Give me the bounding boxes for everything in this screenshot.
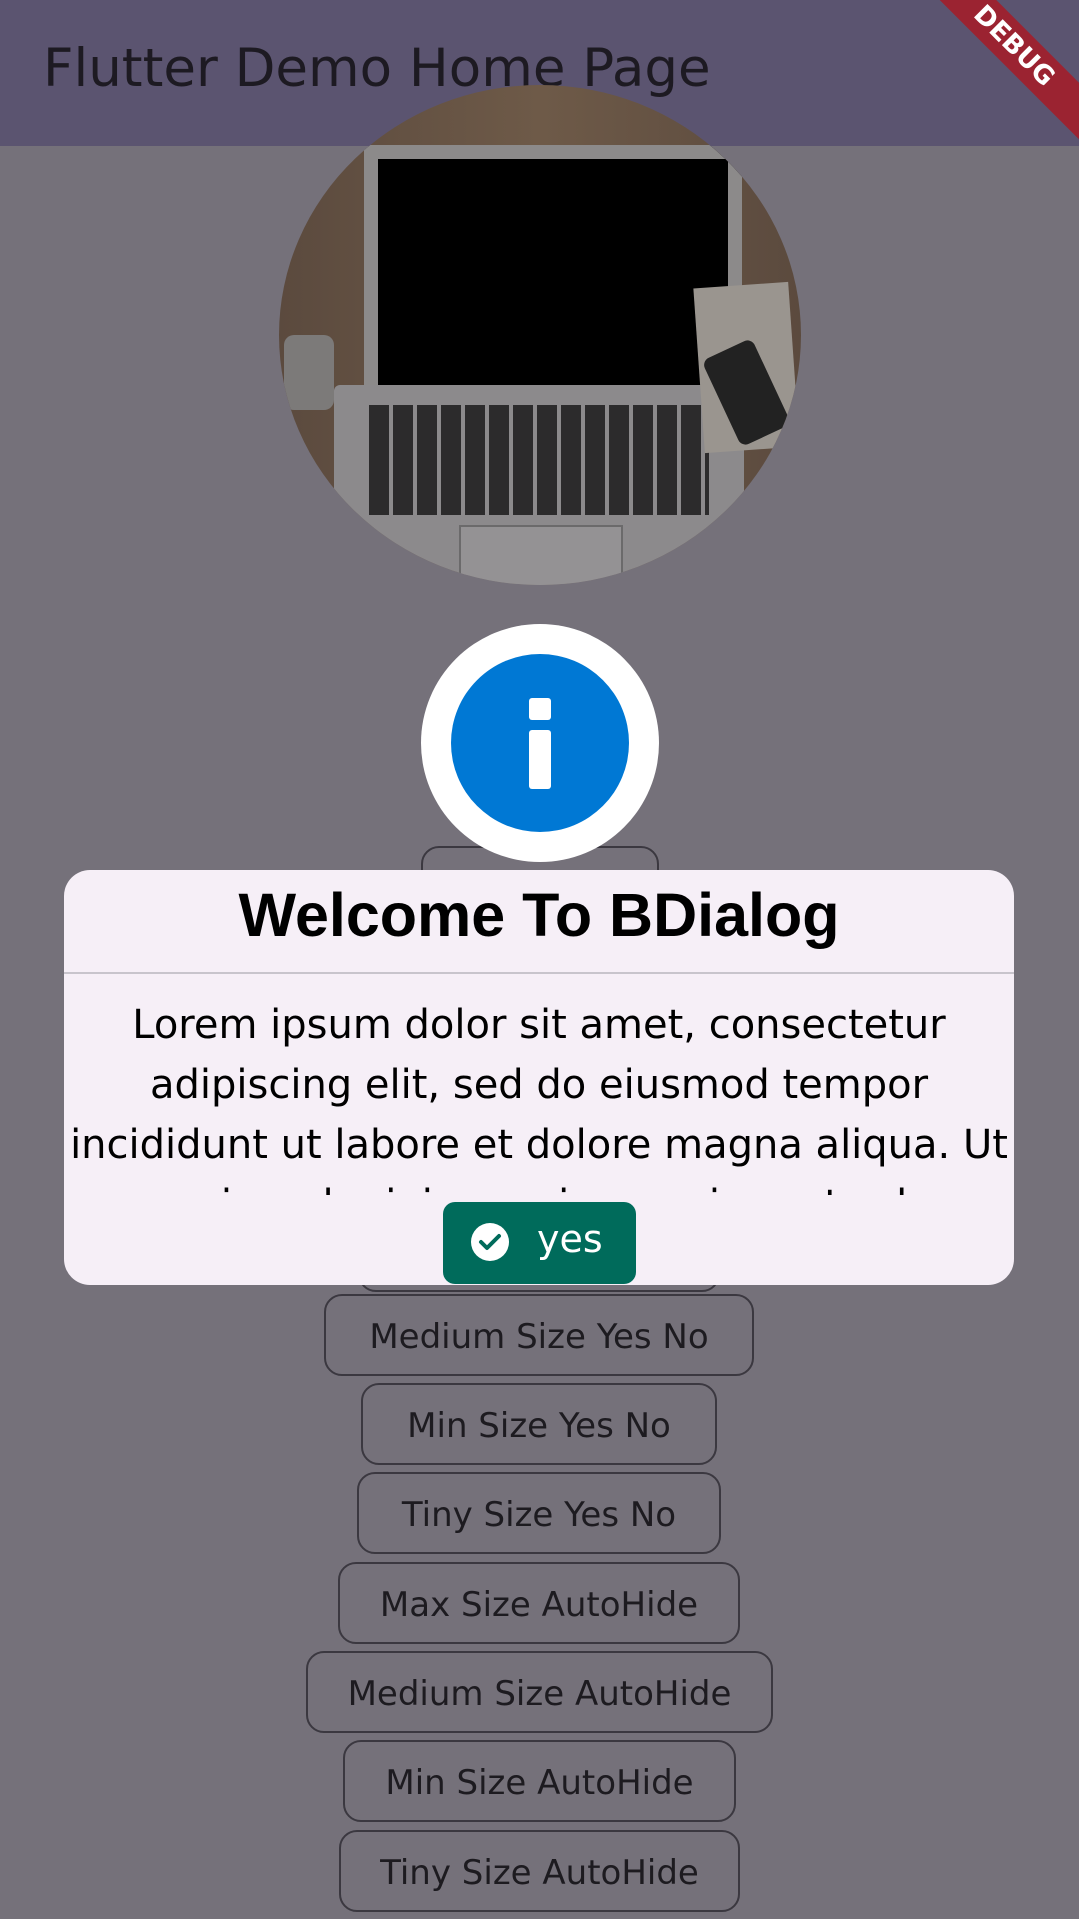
laptop-screen	[364, 145, 742, 389]
dialog-body-text: Lorem ipsum dolor sit amet, consectetur …	[70, 1002, 1008, 1195]
info-icon	[421, 624, 659, 862]
min-size-autohide-button[interactable]: Min Size AutoHide	[343, 1740, 736, 1822]
dialog-divider	[64, 972, 1014, 974]
dialog-body: Lorem ipsum dolor sit amet, consectetur …	[64, 995, 1014, 1195]
page-title: Flutter Demo Home Page	[43, 38, 711, 99]
yes-button[interactable]: yes	[443, 1202, 636, 1284]
tiny-size-yes-no-button[interactable]: Tiny Size Yes No	[357, 1472, 721, 1554]
laptop-keyboard	[369, 405, 709, 515]
dialog-title: Welcome To BDialog	[238, 881, 840, 949]
laptop-hero-image	[279, 85, 801, 585]
laptop-trackpad	[459, 525, 623, 585]
tiny-size-autohide-button[interactable]: Tiny Size AutoHide	[339, 1830, 740, 1912]
yes-button-label: yes	[537, 1217, 603, 1261]
info-dot	[529, 698, 551, 720]
info-bar	[529, 730, 551, 789]
medium-size-yes-no-button[interactable]: Medium Size Yes No	[324, 1294, 754, 1376]
min-size-yes-no-button[interactable]: Min Size Yes No	[361, 1383, 717, 1465]
max-size-autohide-button[interactable]: Max Size AutoHide	[338, 1562, 740, 1644]
bdialog: Welcome To BDialog Lorem ipsum dolor sit…	[64, 870, 1014, 1285]
medium-size-autohide-button[interactable]: Medium Size AutoHide	[306, 1651, 773, 1733]
info-icon-circle	[451, 654, 629, 832]
glass	[284, 335, 334, 410]
check-circle-icon	[471, 1223, 509, 1261]
